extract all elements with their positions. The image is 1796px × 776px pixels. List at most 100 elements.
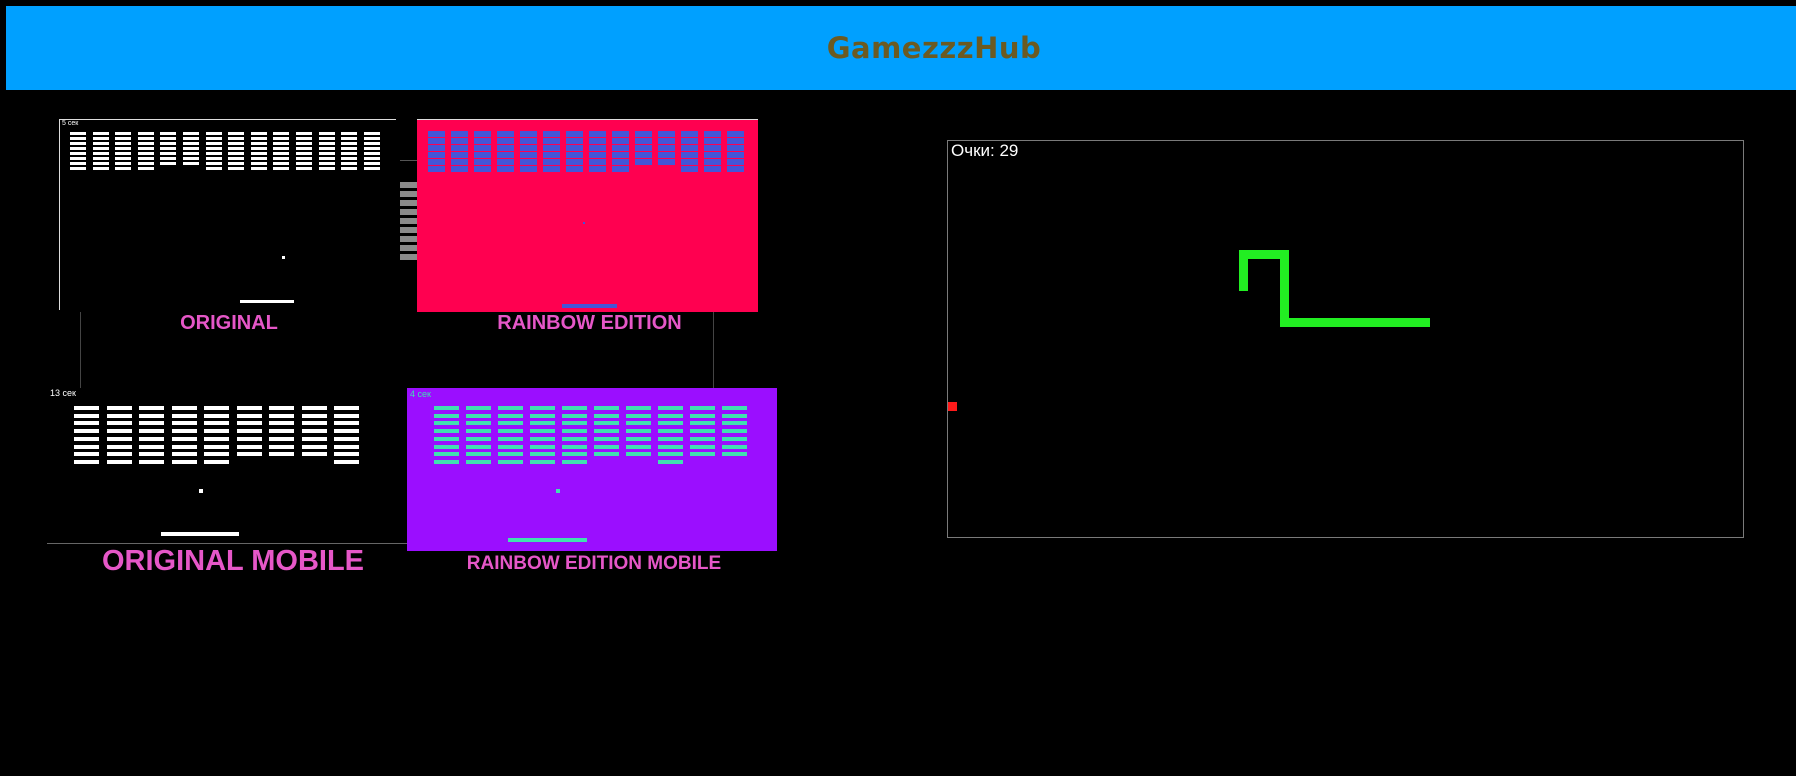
brick bbox=[70, 162, 86, 165]
brick bbox=[160, 147, 177, 150]
grey-brick-stack bbox=[400, 182, 417, 260]
brick bbox=[589, 152, 606, 158]
brick bbox=[690, 436, 715, 441]
brick bbox=[474, 131, 491, 137]
brick bbox=[160, 142, 177, 145]
brick bbox=[205, 142, 222, 145]
game-link-original-mobile[interactable]: ORIGINAL MOBILE bbox=[47, 545, 419, 578]
brick bbox=[137, 137, 154, 140]
brick bbox=[612, 131, 629, 137]
brick bbox=[269, 452, 294, 457]
brick bbox=[566, 152, 583, 158]
brick bbox=[722, 421, 747, 426]
ball bbox=[199, 489, 203, 493]
brick bbox=[115, 142, 132, 145]
brick bbox=[530, 436, 555, 441]
brick bbox=[296, 147, 312, 150]
brick bbox=[92, 137, 109, 140]
brick bbox=[626, 421, 651, 426]
brick bbox=[296, 157, 312, 160]
brick bbox=[466, 459, 491, 464]
brick bbox=[363, 167, 380, 170]
brick bbox=[434, 444, 459, 449]
brick bbox=[543, 138, 560, 144]
brick bbox=[530, 406, 555, 410]
timer-label: 13 сек bbox=[50, 388, 76, 398]
brick bbox=[612, 152, 629, 158]
snake-game-board[interactable]: Очки: 29 bbox=[947, 140, 1744, 538]
brick bbox=[74, 452, 99, 457]
brick bbox=[363, 132, 380, 135]
brick bbox=[137, 132, 154, 135]
game-link-rainbow-edition-mobile[interactable]: RAINBOW EDITION MOBILE bbox=[407, 553, 781, 575]
brick bbox=[269, 429, 294, 434]
brick bbox=[451, 152, 468, 158]
brick bbox=[543, 152, 560, 158]
brick bbox=[205, 137, 222, 140]
brick bbox=[626, 444, 651, 449]
game-link-original[interactable]: ORIGINAL bbox=[59, 312, 399, 335]
game-card-rainbow-edition[interactable] bbox=[417, 119, 758, 312]
brick bbox=[318, 147, 335, 150]
brick bbox=[106, 413, 132, 418]
brick bbox=[74, 406, 99, 410]
brick bbox=[70, 152, 86, 155]
brick bbox=[704, 131, 721, 137]
game-card-rainbow-edition-mobile[interactable]: 4 сек bbox=[407, 388, 777, 551]
brick bbox=[658, 131, 675, 137]
brick bbox=[204, 452, 229, 457]
brick bbox=[722, 444, 747, 449]
ball bbox=[556, 489, 560, 493]
brick bbox=[70, 147, 86, 150]
site-header: GamezzzHub bbox=[6, 6, 1796, 90]
game-card-original[interactable]: 5 сек bbox=[59, 119, 396, 310]
brick bbox=[626, 436, 651, 441]
brick bbox=[681, 159, 698, 165]
brick bbox=[341, 152, 358, 155]
brick bbox=[171, 413, 197, 418]
brick bbox=[451, 138, 468, 144]
brick bbox=[296, 142, 312, 145]
brick bbox=[115, 162, 132, 165]
brick bbox=[137, 157, 154, 160]
paddle bbox=[508, 538, 587, 542]
brick bbox=[727, 138, 744, 144]
ball bbox=[282, 256, 285, 259]
game-card-original-mobile[interactable]: 13 сек bbox=[47, 388, 407, 543]
brick bbox=[498, 421, 523, 426]
brick bbox=[269, 406, 294, 410]
brick bbox=[341, 137, 358, 140]
brick bbox=[498, 459, 523, 464]
brick bbox=[594, 413, 619, 418]
brick bbox=[171, 406, 197, 410]
brick bbox=[334, 413, 359, 418]
brick bbox=[106, 436, 132, 441]
brick bbox=[690, 452, 715, 457]
brick bbox=[318, 137, 335, 140]
brick bbox=[301, 413, 327, 418]
brick bbox=[236, 429, 262, 434]
brick bbox=[530, 429, 555, 434]
brick bbox=[137, 142, 154, 145]
brick bbox=[139, 452, 164, 457]
site-title: GamezzzHub bbox=[826, 31, 1042, 65]
brick bbox=[205, 162, 222, 165]
brick bbox=[497, 166, 514, 172]
brick bbox=[318, 132, 335, 135]
brick bbox=[269, 421, 294, 426]
brick bbox=[228, 137, 245, 140]
brick bbox=[183, 132, 199, 135]
brick bbox=[466, 421, 491, 426]
brick bbox=[363, 162, 380, 165]
brick bbox=[566, 131, 583, 137]
brick bbox=[273, 162, 290, 165]
brick bbox=[204, 421, 229, 426]
brick bbox=[334, 436, 359, 441]
brick bbox=[451, 166, 468, 172]
brick bbox=[722, 413, 747, 418]
brick bbox=[301, 429, 327, 434]
brick bbox=[137, 162, 154, 165]
game-link-rainbow-edition[interactable]: RAINBOW EDITION bbox=[417, 312, 762, 335]
brick bbox=[562, 429, 587, 434]
brick bbox=[562, 421, 587, 426]
